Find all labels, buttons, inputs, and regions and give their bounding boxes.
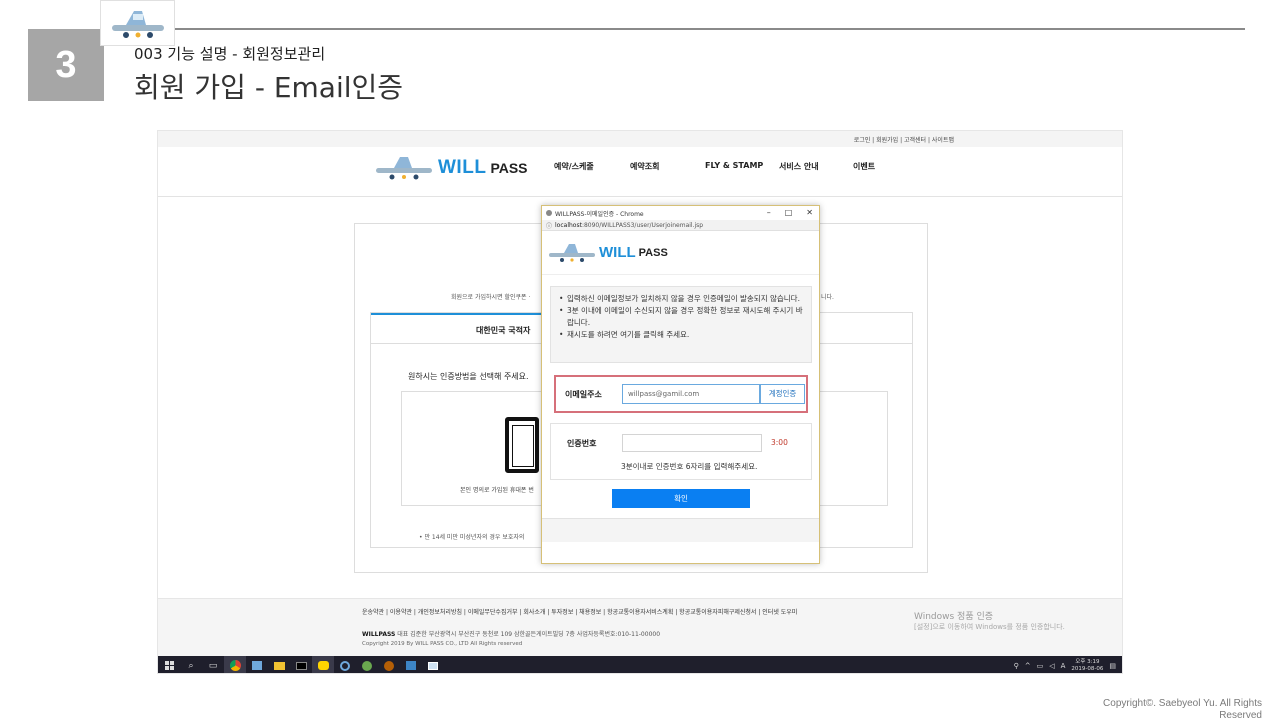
green-app-taskbar-icon[interactable] [356, 656, 378, 673]
tab-korean-national[interactable]: 대한민국 국적자 [476, 325, 530, 336]
code-input[interactable] [622, 434, 762, 452]
footer-address: WILLPASS 대표 김준한 부산광역시 부산진구 동천로 109 삼한골든게… [362, 629, 660, 638]
popup-window-title: WILLPASS-이메일인증 - Chrome [555, 210, 644, 218]
notice-item-retry[interactable]: 재시도를 하려면 여기를 클릭해 주세요. [559, 329, 803, 341]
plane-logo [100, 0, 175, 46]
nav-item-service[interactable]: 서비스 안내 [779, 161, 853, 172]
chevron-up-icon[interactable]: ^ [1025, 662, 1031, 670]
notice-item: 입력하신 이메일정보가 일치하지 않을 경우 인증메일이 발송되지 않습니다. [559, 293, 803, 305]
logo-pass-text: PASS [490, 160, 528, 176]
code-help-text: 3분이내로 인증번호 6자리를 입력해주세요. [621, 462, 758, 471]
header-rule [175, 28, 1245, 30]
terminal-taskbar-icon[interactable] [290, 656, 312, 673]
email-row-highlight: 이메일주소 willpass@gamil.com 계정인증 [554, 375, 808, 413]
notice-box: 입력하신 이메일정보가 일치하지 않을 경우 인증메일이 발송되지 않습니다. … [550, 286, 812, 363]
windows-activation-title: Windows 정품 인증 [914, 612, 994, 622]
folder-taskbar-icon[interactable] [268, 656, 290, 673]
account-verify-button[interactable]: 계정인증 [760, 384, 805, 404]
choose-method-text: 원하시는 인증방법을 선택해 주세요. [408, 372, 529, 381]
system-tray: ⚲ ^ ▭ ◁ A 오후 3:19 2019-08-06 ▤ [1014, 656, 1116, 673]
url-path: :8090/WILLPASS3/user/Userjoinemail.jsp [581, 221, 704, 229]
nav-item-lookup[interactable]: 예약조회 [630, 161, 705, 172]
confirm-button[interactable]: 확인 [612, 489, 750, 508]
popup-logo: WILL PASS [542, 231, 819, 275]
footer-links[interactable]: 운송약관 | 이용약관 | 개인정보처리방침 | 이메일무단수집거부 | 회사소… [362, 607, 797, 616]
smartphone-icon [505, 417, 539, 473]
utility-links[interactable]: 로그인 | 회원가입 | 고객센터 | 사이트맵 [158, 131, 1122, 147]
photo-taskbar-icon[interactable] [422, 656, 444, 673]
notice-item: 3분 이내에 이메일이 수신되지 않을 경우 정확한 정보로 재시도해 주시기 … [559, 305, 803, 329]
popup-address-bar[interactable]: ⓘ localhost:8090/WILLPASS3/user/Userjoin… [542, 220, 819, 231]
email-input[interactable]: willpass@gamil.com [622, 384, 760, 404]
taskbar-clock[interactable]: 오후 3:19 2019-08-06 [1071, 659, 1103, 673]
slide: 3 003 기능 설명 - 회원정보관리 회원 가입 - Email인증 로그인… [0, 0, 1280, 720]
slide-number: 3 [28, 29, 104, 101]
start-button[interactable] [158, 656, 180, 673]
code-label: 인증번호 [567, 439, 597, 448]
info-icon: ⓘ [546, 222, 553, 230]
intro-text: 회원으로 가입하시면 할인쿠폰 · [451, 294, 531, 301]
url-host: localhost [555, 221, 582, 229]
code-timer: 3:00 [771, 438, 788, 447]
task-view-icon[interactable]: ▭ [202, 656, 224, 673]
intro-text-tail: 니다. [821, 294, 834, 301]
popup-logo-pass: PASS [638, 246, 668, 259]
windows-activation-sub: [설정]으로 이동하여 Windows를 정품 인증합니다. [914, 623, 1065, 631]
copyright-notice: Copyright©. Saebyeol Yu. All Rights Rese… [1103, 698, 1262, 720]
notification-icon[interactable]: ▤ [1109, 662, 1116, 670]
airplane-icon [376, 157, 432, 180]
network-icon[interactable]: ▭ [1037, 662, 1044, 670]
blocked-taskbar-icon[interactable] [334, 656, 356, 673]
nav-item-event[interactable]: 이벤트 [853, 161, 903, 172]
gear-taskbar-icon[interactable] [378, 656, 400, 673]
people-icon[interactable]: ⚲ [1014, 662, 1019, 670]
email-auth-popup: WILLPASS-이메일인증 - Chrome – □ ✕ ⓘ localhos… [541, 205, 820, 564]
footer-brand: WILLPASS [362, 631, 396, 638]
logo-will-text: WILL [438, 157, 487, 178]
window-controls: – □ ✕ [767, 208, 813, 217]
editor-taskbar-icon[interactable] [400, 656, 422, 673]
app-taskbar-icon[interactable] [246, 656, 268, 673]
main-nav: 예약/스케줄 예약조회 FLY & STAMP 서비스 안내 이벤트 [554, 161, 903, 172]
email-label: 이메일주소 [565, 390, 602, 399]
popup-logo-will: WILL [599, 244, 636, 261]
minimize-icon[interactable]: – [767, 208, 771, 217]
search-icon[interactable]: ⌕ [180, 656, 202, 673]
windows-taskbar: ⌕ ▭ ⚲ ^ ▭ ◁ A 오후 3:19 2019-08-06 ▤ [158, 656, 1122, 673]
chrome-icon [546, 210, 552, 216]
kakaotalk-taskbar-icon[interactable] [312, 656, 334, 673]
ime-indicator[interactable]: A [1061, 662, 1066, 670]
footer-copyright: Copyright 2019 By WILL PASS CO., LTD All… [362, 641, 523, 647]
windows-icon [164, 661, 174, 670]
clock-date: 2019-08-06 [1071, 665, 1104, 672]
code-section: 인증번호 3:00 3분이내로 인증번호 6자리를 입력해주세요. [550, 423, 812, 480]
volume-icon[interactable]: ◁ [1049, 662, 1054, 670]
popup-titlebar: WILLPASS-이메일인증 - Chrome – □ ✕ [542, 206, 819, 220]
maximize-icon[interactable]: □ [785, 208, 793, 217]
close-icon[interactable]: ✕ [806, 208, 813, 217]
slide-title: 회원 가입 - Email인증 [134, 71, 404, 104]
phone-auth-caption: 본인 명의로 가입된 휴대폰 번 [460, 487, 534, 494]
nav-item-fly-stamp[interactable]: FLY & STAMP [705, 161, 779, 172]
site-logo[interactable]: WILL PASS [374, 153, 528, 183]
site-header: WILL PASS 예약/스케줄 예약조회 FLY & STAMP 서비스 안내… [158, 147, 1122, 197]
slide-subtitle: 003 기능 설명 - 회원정보관리 [134, 45, 326, 63]
airplane-icon [549, 243, 595, 262]
nav-item-reservation[interactable]: 예약/스케줄 [554, 161, 630, 172]
under14-notice: • 만 14세 미만 미성년자의 경우 보호자의 [419, 534, 525, 541]
popup-footer [542, 518, 819, 542]
clock-time: 오후 3:19 [1075, 658, 1100, 665]
active-tab-indicator [371, 313, 551, 315]
footer-address-text: 대표 김준한 부산광역시 부산진구 동천로 109 삼한골든게이트빌딩 7층 사… [395, 631, 661, 638]
airplane-icon [111, 11, 164, 38]
browser-screenshot: 로그인 | 회원가입 | 고객센터 | 사이트맵 WILL PASS 예약/스케… [157, 130, 1123, 674]
chrome-taskbar-icon[interactable] [224, 656, 246, 673]
site-footer: 운송약관 | 이용약관 | 개인정보처리방침 | 이메일무단수집거부 | 회사소… [158, 598, 1122, 656]
